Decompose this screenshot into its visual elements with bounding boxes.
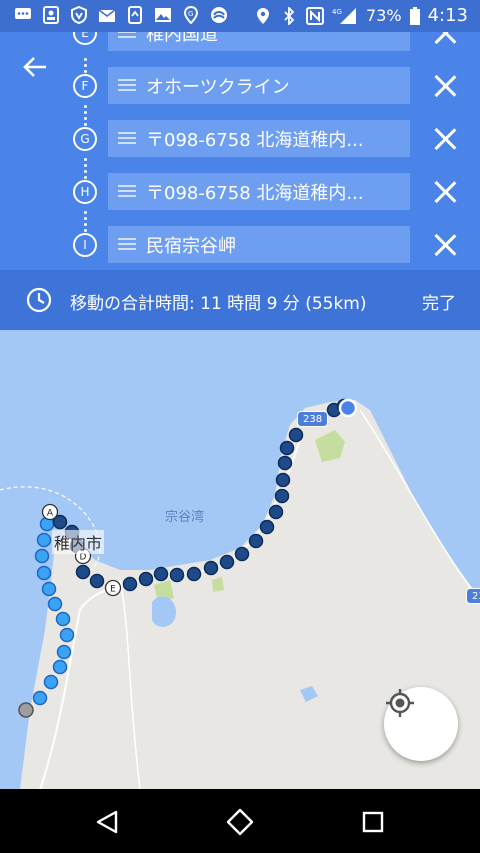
nav-recents-button[interactable] bbox=[358, 807, 388, 837]
drag-handle-icon[interactable] bbox=[118, 79, 136, 91]
stop-input[interactable]: 〒098-6758 北海道稚内... bbox=[108, 120, 410, 157]
my-location-button[interactable] bbox=[384, 687, 458, 761]
stop-row-e: E 稚内国道 bbox=[0, 32, 480, 54]
contact-card-icon bbox=[42, 6, 60, 24]
maps-icon: G bbox=[182, 6, 200, 24]
drag-handle-icon[interactable] bbox=[118, 32, 136, 38]
stop-row-f: F オホーツクライン bbox=[0, 67, 480, 107]
stop-label: 民宿宗谷岬 bbox=[146, 235, 236, 257]
marker-d-label: D bbox=[80, 553, 87, 563]
phone-app-icon bbox=[126, 6, 144, 24]
done-button[interactable]: 完了 bbox=[422, 289, 456, 314]
stop-input[interactable]: オホーツクライン bbox=[108, 67, 410, 104]
triangle-back-icon bbox=[96, 810, 118, 834]
city-label: 稚内市 bbox=[52, 530, 105, 554]
remove-stop-button[interactable] bbox=[432, 73, 458, 99]
nfc-icon bbox=[306, 6, 325, 25]
nav-home-button[interactable] bbox=[225, 807, 255, 837]
swirl-app-icon bbox=[210, 6, 228, 24]
status-bar: G 4G 73% 4:13 bbox=[0, 0, 480, 32]
drag-handle-icon[interactable] bbox=[118, 185, 136, 197]
system-nav-bar bbox=[0, 789, 480, 853]
stop-label: 〒098-6758 北海道稚内... bbox=[146, 182, 364, 204]
stop-input[interactable]: 民宿宗谷岬 bbox=[108, 226, 410, 263]
signal-icon: 4G bbox=[332, 7, 358, 25]
stop-label: 稚内国道 bbox=[146, 32, 218, 45]
stop-input[interactable]: 稚内国道 bbox=[108, 32, 410, 51]
remove-stop-button[interactable] bbox=[432, 32, 458, 46]
remove-stop-button[interactable] bbox=[432, 232, 458, 258]
stop-letter-badge: I bbox=[73, 233, 97, 257]
stop-letter-badge: G bbox=[73, 127, 97, 151]
nav-back-button[interactable] bbox=[92, 807, 122, 837]
svg-text:G: G bbox=[188, 10, 193, 18]
stop-row-h: H 〒098-6758 北海道稚内... bbox=[0, 173, 480, 213]
shield-v-icon bbox=[70, 6, 88, 24]
marker-a-label: A bbox=[47, 509, 54, 519]
home-icon bbox=[226, 808, 254, 836]
stop-row-i: I 民宿宗谷岬 bbox=[0, 226, 480, 266]
clock-icon bbox=[26, 287, 52, 313]
directions-header: E 稚内国道 F オホーツクライン G 〒098-6758 北海道稚内... H… bbox=[0, 32, 480, 270]
image-icon bbox=[154, 6, 172, 24]
network-type: 4G bbox=[332, 8, 342, 16]
remove-stop-button[interactable] bbox=[432, 126, 458, 152]
road-238-badge: 238 bbox=[297, 411, 329, 427]
remove-stop-button[interactable] bbox=[432, 179, 458, 205]
system-status: 4G 73% 4:13 bbox=[254, 5, 468, 26]
stop-row-g: G 〒098-6758 北海道稚内... bbox=[0, 120, 480, 160]
clock: 4:13 bbox=[427, 5, 468, 26]
recents-square-icon bbox=[362, 811, 384, 833]
bay-label: 宗谷湾 bbox=[165, 510, 205, 525]
map-view[interactable]: A D E 稚内市 宗谷湾 238 23 bbox=[0, 330, 480, 789]
bluetooth-icon bbox=[280, 6, 298, 25]
stop-label: オホーツクライン bbox=[146, 76, 290, 98]
stop-letter-badge: H bbox=[73, 180, 97, 204]
drag-handle-icon[interactable] bbox=[118, 238, 136, 250]
stop-label: 〒098-6758 北海道稚内... bbox=[146, 129, 364, 151]
stop-letter-badge: F bbox=[73, 74, 97, 98]
stop-input[interactable]: 〒098-6758 北海道稚内... bbox=[108, 173, 410, 210]
chat-icon bbox=[14, 6, 32, 24]
notification-icons: G bbox=[14, 6, 228, 24]
total-time-bar: 移動の合計時間: 11 時間 9 分 (55km) 完了 bbox=[0, 270, 480, 330]
location-icon bbox=[254, 7, 272, 25]
total-time-text: 移動の合計時間: 11 時間 9 分 (55km) bbox=[70, 294, 367, 314]
stop-letter-badge: E bbox=[73, 32, 97, 45]
battery-percent: 73% bbox=[366, 6, 402, 25]
drag-handle-icon[interactable] bbox=[118, 132, 136, 144]
mail-icon bbox=[98, 6, 116, 24]
road-edge-badge: 23 bbox=[466, 588, 480, 604]
battery-icon bbox=[409, 6, 420, 25]
my-location-icon bbox=[386, 689, 414, 717]
marker-e-label: E bbox=[110, 585, 116, 595]
screen: G 4G 73% 4:13 E 稚内国道 F オホーツクライン G 〒098-6… bbox=[0, 0, 480, 853]
